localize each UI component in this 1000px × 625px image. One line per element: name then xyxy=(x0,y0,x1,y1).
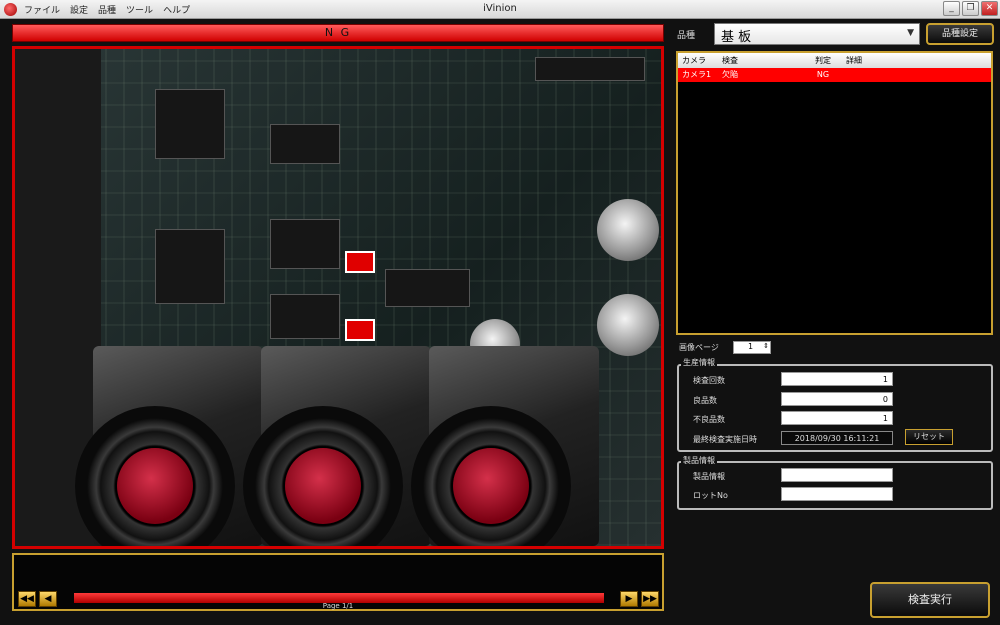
reset-button[interactable]: リセット xyxy=(905,429,953,445)
pcb-capacitor xyxy=(597,294,659,356)
lot-number-label: ロットNo xyxy=(693,491,728,500)
pcb-image xyxy=(15,49,661,546)
pcb-chip xyxy=(155,229,225,304)
table-header: カメラ 検査 判定 詳細 xyxy=(678,53,991,68)
inspection-image-viewer[interactable] xyxy=(12,46,664,549)
run-inspection-button[interactable]: 検査実行 xyxy=(870,582,990,618)
product-type-select[interactable]: 基 板 ▼ xyxy=(714,23,920,45)
page-label: Page 1/1 xyxy=(322,602,354,610)
camera-graphic xyxy=(411,346,601,546)
title-bar: ファイル 設定 品種 ツール ヘルプ iVinion _ ❐ ✕ xyxy=(0,0,1000,19)
chevron-down-icon: ▼ xyxy=(907,28,914,38)
table-row[interactable]: カメラ1 欠陥 NG xyxy=(678,68,991,82)
pcb-chip xyxy=(270,124,340,164)
window-title: iVinion xyxy=(483,3,517,14)
product-info-field[interactable] xyxy=(781,468,893,482)
pcb-chip xyxy=(155,89,225,159)
pcb-capacitor xyxy=(597,199,659,261)
production-info-title: 生産情報 xyxy=(681,357,717,368)
good-count-field: 0 xyxy=(781,392,893,406)
header-camera: カメラ xyxy=(682,56,706,65)
defective-count-label: 不良品数 xyxy=(693,415,725,424)
lot-number-field[interactable] xyxy=(781,487,893,501)
last-inspection-label: 最終検査実施日時 xyxy=(693,435,757,444)
product-settings-button[interactable]: 品種設定 xyxy=(926,23,994,45)
product-type-value: 基 板 xyxy=(721,30,752,45)
image-page-stepper[interactable]: 1 ⇕ xyxy=(733,341,771,354)
header-detail: 詳細 xyxy=(846,56,862,65)
camera-graphic xyxy=(243,346,433,546)
defect-marker xyxy=(345,251,375,273)
pcb-chip xyxy=(535,57,645,81)
last-inspection-field: 2018/09/30 16:11:21 xyxy=(781,431,893,445)
header-judgment: 判定 xyxy=(815,56,831,65)
cell-judgment: NG xyxy=(816,70,830,79)
product-info-label: 製品情報 xyxy=(693,472,725,481)
window-controls: _ ❐ ✕ xyxy=(943,1,998,16)
results-table: カメラ 検査 判定 詳細 カメラ1 欠陥 NG xyxy=(676,51,993,335)
cell-camera: カメラ1 xyxy=(682,70,712,79)
image-page-value: 1 xyxy=(748,342,754,351)
defective-count-field: 1 xyxy=(781,411,893,425)
camera-graphic xyxy=(75,346,265,546)
good-count-label: 良品数 xyxy=(693,396,717,405)
product-info-title: 製品情報 xyxy=(681,455,717,466)
pcb-chip xyxy=(270,294,340,339)
thumbnail-strip: ◀◀ ◀ Page 1/1 ▶ ▶▶ xyxy=(12,553,664,611)
header-inspection: 検査 xyxy=(722,56,738,65)
next-page-button[interactable]: ▶ xyxy=(620,591,638,607)
pcb-chip xyxy=(385,269,470,307)
inspection-count-field: 1 xyxy=(781,372,893,386)
inspection-count-label: 検査回数 xyxy=(693,376,725,385)
product-type-label: 品種 xyxy=(677,31,696,41)
cell-detail xyxy=(842,68,991,82)
cell-inspection: 欠陥 xyxy=(722,70,738,79)
defect-marker xyxy=(345,319,375,341)
minimize-button[interactable]: _ xyxy=(943,1,960,16)
spin-arrows-icon[interactable]: ⇕ xyxy=(763,342,769,350)
main-window: ファイル 設定 品種 ツール ヘルプ iVinion _ ❐ ✕ N G ◀◀ … xyxy=(0,0,1000,625)
restore-button[interactable]: ❐ xyxy=(962,1,979,16)
last-page-button[interactable]: ▶▶ xyxy=(641,591,659,607)
judgment-status-banner: N G xyxy=(12,24,664,42)
pcb-chip xyxy=(270,219,340,269)
close-button[interactable]: ✕ xyxy=(981,1,998,16)
image-page-label: 画像ページ xyxy=(679,343,719,352)
